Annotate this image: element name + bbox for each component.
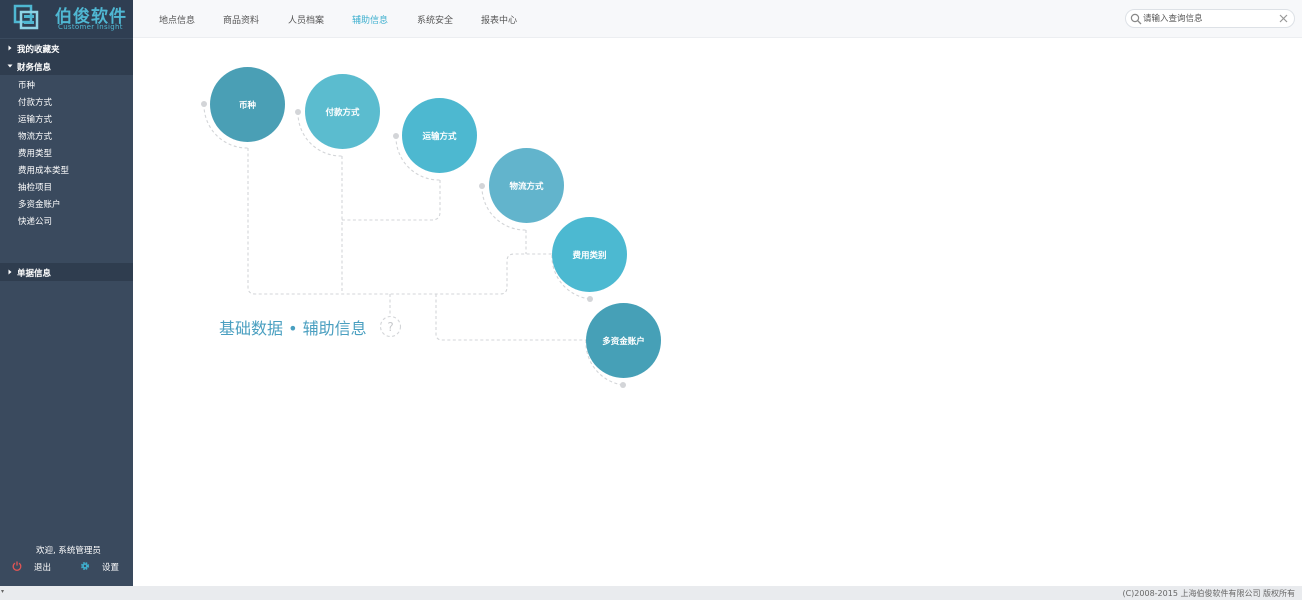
node-transport-method[interactable]: 运输方式 <box>402 98 477 173</box>
footer-bar: ▾ (C)2008-2015 上海伯俊软件有限公司 版权所有 <box>0 586 1302 600</box>
node-logistics-method[interactable]: 物流方式 <box>489 148 564 223</box>
node-label: 运输方式 <box>422 131 457 142</box>
node-label: 付款方式 <box>325 107 360 118</box>
node-expense-category[interactable]: 费用类别 <box>552 217 627 292</box>
question-icon[interactable]: ? <box>379 315 402 338</box>
copyright-text: (C)2008-2015 上海伯俊软件有限公司 版权所有 <box>1122 589 1295 598</box>
node-label: 多资金账户 <box>602 336 645 347</box>
page-title: 基础数据 • 辅助信息 <box>219 319 367 338</box>
footer-marker-icon: ▾ <box>1 588 5 595</box>
node-payment-method[interactable]: 付款方式 <box>305 74 380 149</box>
node-label: 币种 <box>238 100 256 111</box>
diagram-connectors <box>201 101 626 388</box>
node-label: 费用类别 <box>572 250 607 261</box>
node-label: 物流方式 <box>509 181 544 192</box>
node-multi-fund-account[interactable]: 多资金账户 <box>586 303 661 378</box>
node-currency[interactable]: 币种 <box>210 67 285 142</box>
svg-text:?: ? <box>387 320 393 334</box>
